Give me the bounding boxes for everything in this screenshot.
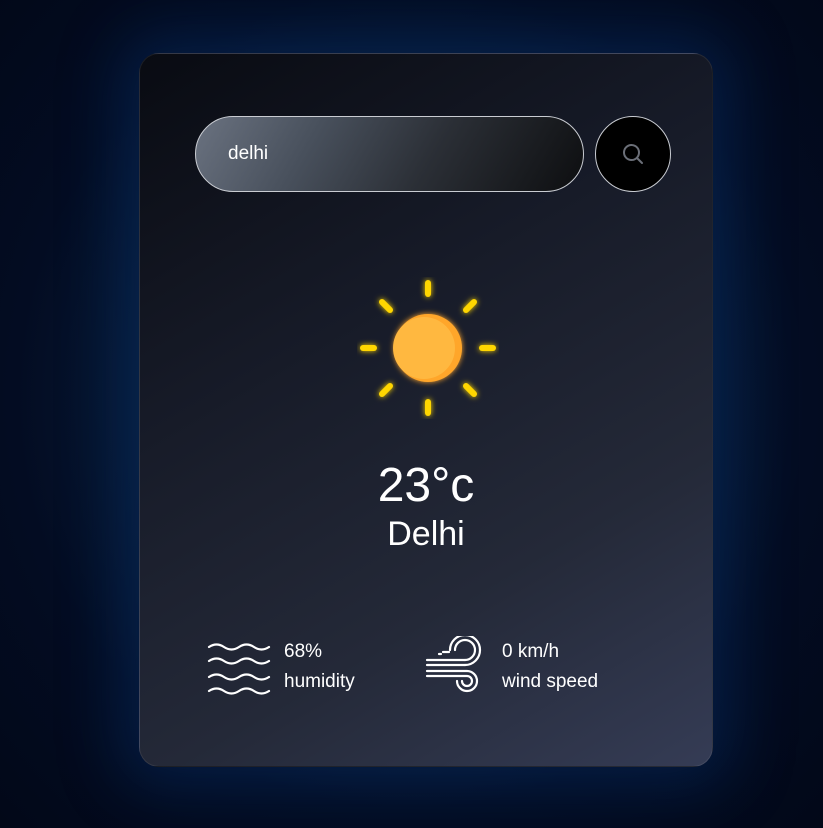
wind-icon	[425, 636, 482, 693]
search-button[interactable]	[595, 116, 671, 192]
weather-card: 23°c Delhi 68% humidity	[139, 53, 713, 767]
wind-stat: 0 km/h wind speed	[425, 636, 598, 698]
wind-speed-label: wind speed	[502, 671, 599, 692]
humidity-value: 68%	[284, 641, 323, 662]
search-input[interactable]	[195, 116, 584, 192]
humidity-label: humidity	[284, 671, 355, 692]
temperature: 23°c	[377, 459, 475, 512]
sun-icon	[360, 280, 496, 416]
city-name: Delhi	[387, 515, 465, 553]
humidity-stat: 68% humidity	[207, 636, 355, 698]
humidity-waves-icon	[207, 643, 271, 695]
wind-speed-value: 0 km/h	[502, 641, 560, 662]
search-icon	[623, 144, 643, 164]
